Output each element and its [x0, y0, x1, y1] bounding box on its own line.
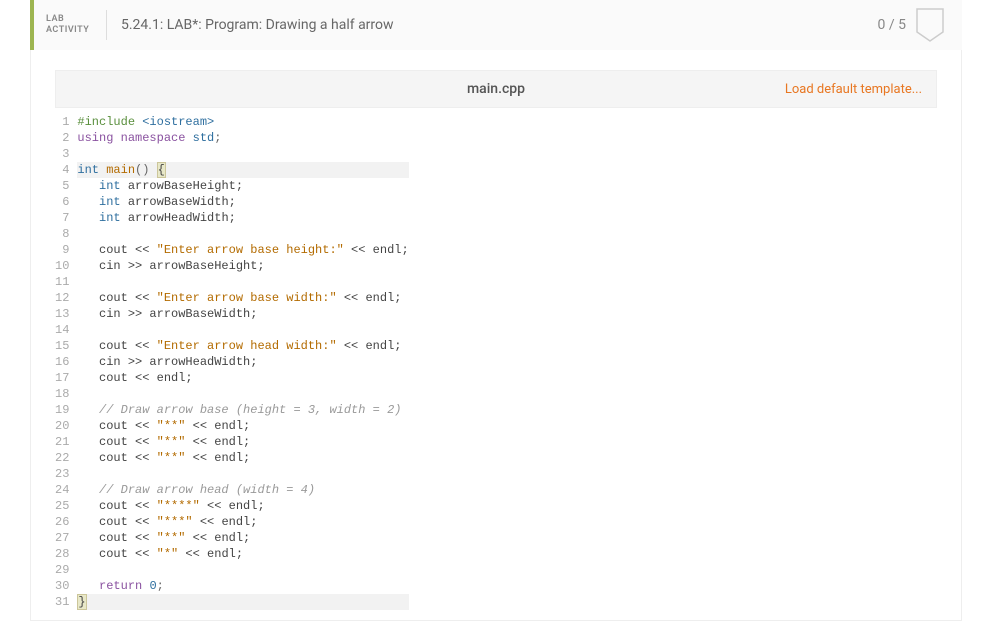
code-line[interactable]: cout << "**" << endl;: [77, 530, 408, 546]
code-line[interactable]: using namespace std;: [77, 130, 408, 146]
code-line[interactable]: cin >> arrowHeadWidth;: [77, 354, 408, 370]
line-number: 19: [55, 402, 69, 418]
code-line[interactable]: return 0;: [77, 578, 408, 594]
line-number: 6: [55, 194, 69, 210]
line-number: 29: [55, 562, 69, 578]
lab-header: LAB ACTIVITY 5.24.1: LAB*: Program: Draw…: [30, 0, 962, 50]
code-line[interactable]: int main() {: [77, 162, 408, 178]
line-number: 20: [55, 418, 69, 434]
line-number: 8: [55, 226, 69, 242]
code-line[interactable]: [77, 386, 408, 402]
code-line[interactable]: [77, 466, 408, 482]
code-line[interactable]: int arrowBaseHeight;: [77, 178, 408, 194]
line-number: 22: [55, 450, 69, 466]
code-editor[interactable]: 1234567891011121314151617181920212223242…: [55, 114, 937, 610]
line-number: 2: [55, 130, 69, 146]
line-number: 12: [55, 290, 69, 306]
line-number: 28: [55, 546, 69, 562]
code-line[interactable]: cout << "**" << endl;: [77, 450, 408, 466]
score-display: 0 / 5: [878, 17, 916, 33]
line-number: 10: [55, 258, 69, 274]
line-number: 13: [55, 306, 69, 322]
code-line[interactable]: [77, 226, 408, 242]
file-bar: main.cpp Load default template...: [55, 70, 937, 108]
line-number: 23: [55, 466, 69, 482]
line-number: 15: [55, 338, 69, 354]
code-line[interactable]: [77, 322, 408, 338]
line-number: 26: [55, 514, 69, 530]
code-line[interactable]: cout << "**" << endl;: [77, 418, 408, 434]
load-default-template-link[interactable]: Load default template...: [525, 82, 922, 97]
code-content[interactable]: #include <iostream>using namespace std; …: [77, 114, 408, 610]
line-number: 3: [55, 146, 69, 162]
line-number: 4: [55, 162, 69, 178]
line-number: 1: [55, 114, 69, 130]
code-line[interactable]: cout << "***" << endl;: [77, 514, 408, 530]
code-line[interactable]: [77, 562, 408, 578]
line-number: 25: [55, 498, 69, 514]
lab-tag-line1: LAB: [46, 14, 94, 25]
line-number: 18: [55, 386, 69, 402]
lab-tag: LAB ACTIVITY: [34, 14, 106, 36]
line-number: 27: [55, 530, 69, 546]
line-number: 17: [55, 370, 69, 386]
line-number: 11: [55, 274, 69, 290]
code-line[interactable]: cin >> arrowBaseWidth;: [77, 306, 408, 322]
lab-title: 5.24.1: LAB*: Program: Drawing a half ar…: [107, 17, 878, 33]
lab-tag-line2: ACTIVITY: [46, 25, 94, 36]
code-line[interactable]: cout << "*" << endl;: [77, 546, 408, 562]
file-name: main.cpp: [467, 81, 525, 97]
code-line[interactable]: cout << "Enter arrow base width:" << end…: [77, 290, 408, 306]
line-number-gutter: 1234567891011121314151617181920212223242…: [55, 114, 77, 610]
lab-container: LAB ACTIVITY 5.24.1: LAB*: Program: Draw…: [30, 0, 962, 621]
code-line[interactable]: [77, 146, 408, 162]
code-line[interactable]: // Draw arrow head (width = 4): [77, 482, 408, 498]
code-line[interactable]: cout << "****" << endl;: [77, 498, 408, 514]
shield-icon: [916, 8, 944, 42]
code-line[interactable]: cout << endl;: [77, 370, 408, 386]
line-number: 21: [55, 434, 69, 450]
code-line[interactable]: int arrowHeadWidth;: [77, 210, 408, 226]
code-line[interactable]: cout << "Enter arrow head width:" << end…: [77, 338, 408, 354]
line-number: 9: [55, 242, 69, 258]
code-line[interactable]: // Draw arrow base (height = 3, width = …: [77, 402, 408, 418]
code-line[interactable]: cout << "**" << endl;: [77, 434, 408, 450]
code-line[interactable]: }: [77, 594, 408, 610]
line-number: 5: [55, 178, 69, 194]
line-number: 31: [55, 594, 69, 610]
line-number: 30: [55, 578, 69, 594]
code-line[interactable]: int arrowBaseWidth;: [77, 194, 408, 210]
code-line[interactable]: [77, 274, 408, 290]
line-number: 14: [55, 322, 69, 338]
code-line[interactable]: cin >> arrowBaseHeight;: [77, 258, 408, 274]
code-line[interactable]: cout << "Enter arrow base height:" << en…: [77, 242, 408, 258]
line-number: 7: [55, 210, 69, 226]
code-line[interactable]: #include <iostream>: [77, 114, 408, 130]
content-wrap: main.cpp Load default template... 123456…: [30, 50, 962, 621]
line-number: 16: [55, 354, 69, 370]
line-number: 24: [55, 482, 69, 498]
